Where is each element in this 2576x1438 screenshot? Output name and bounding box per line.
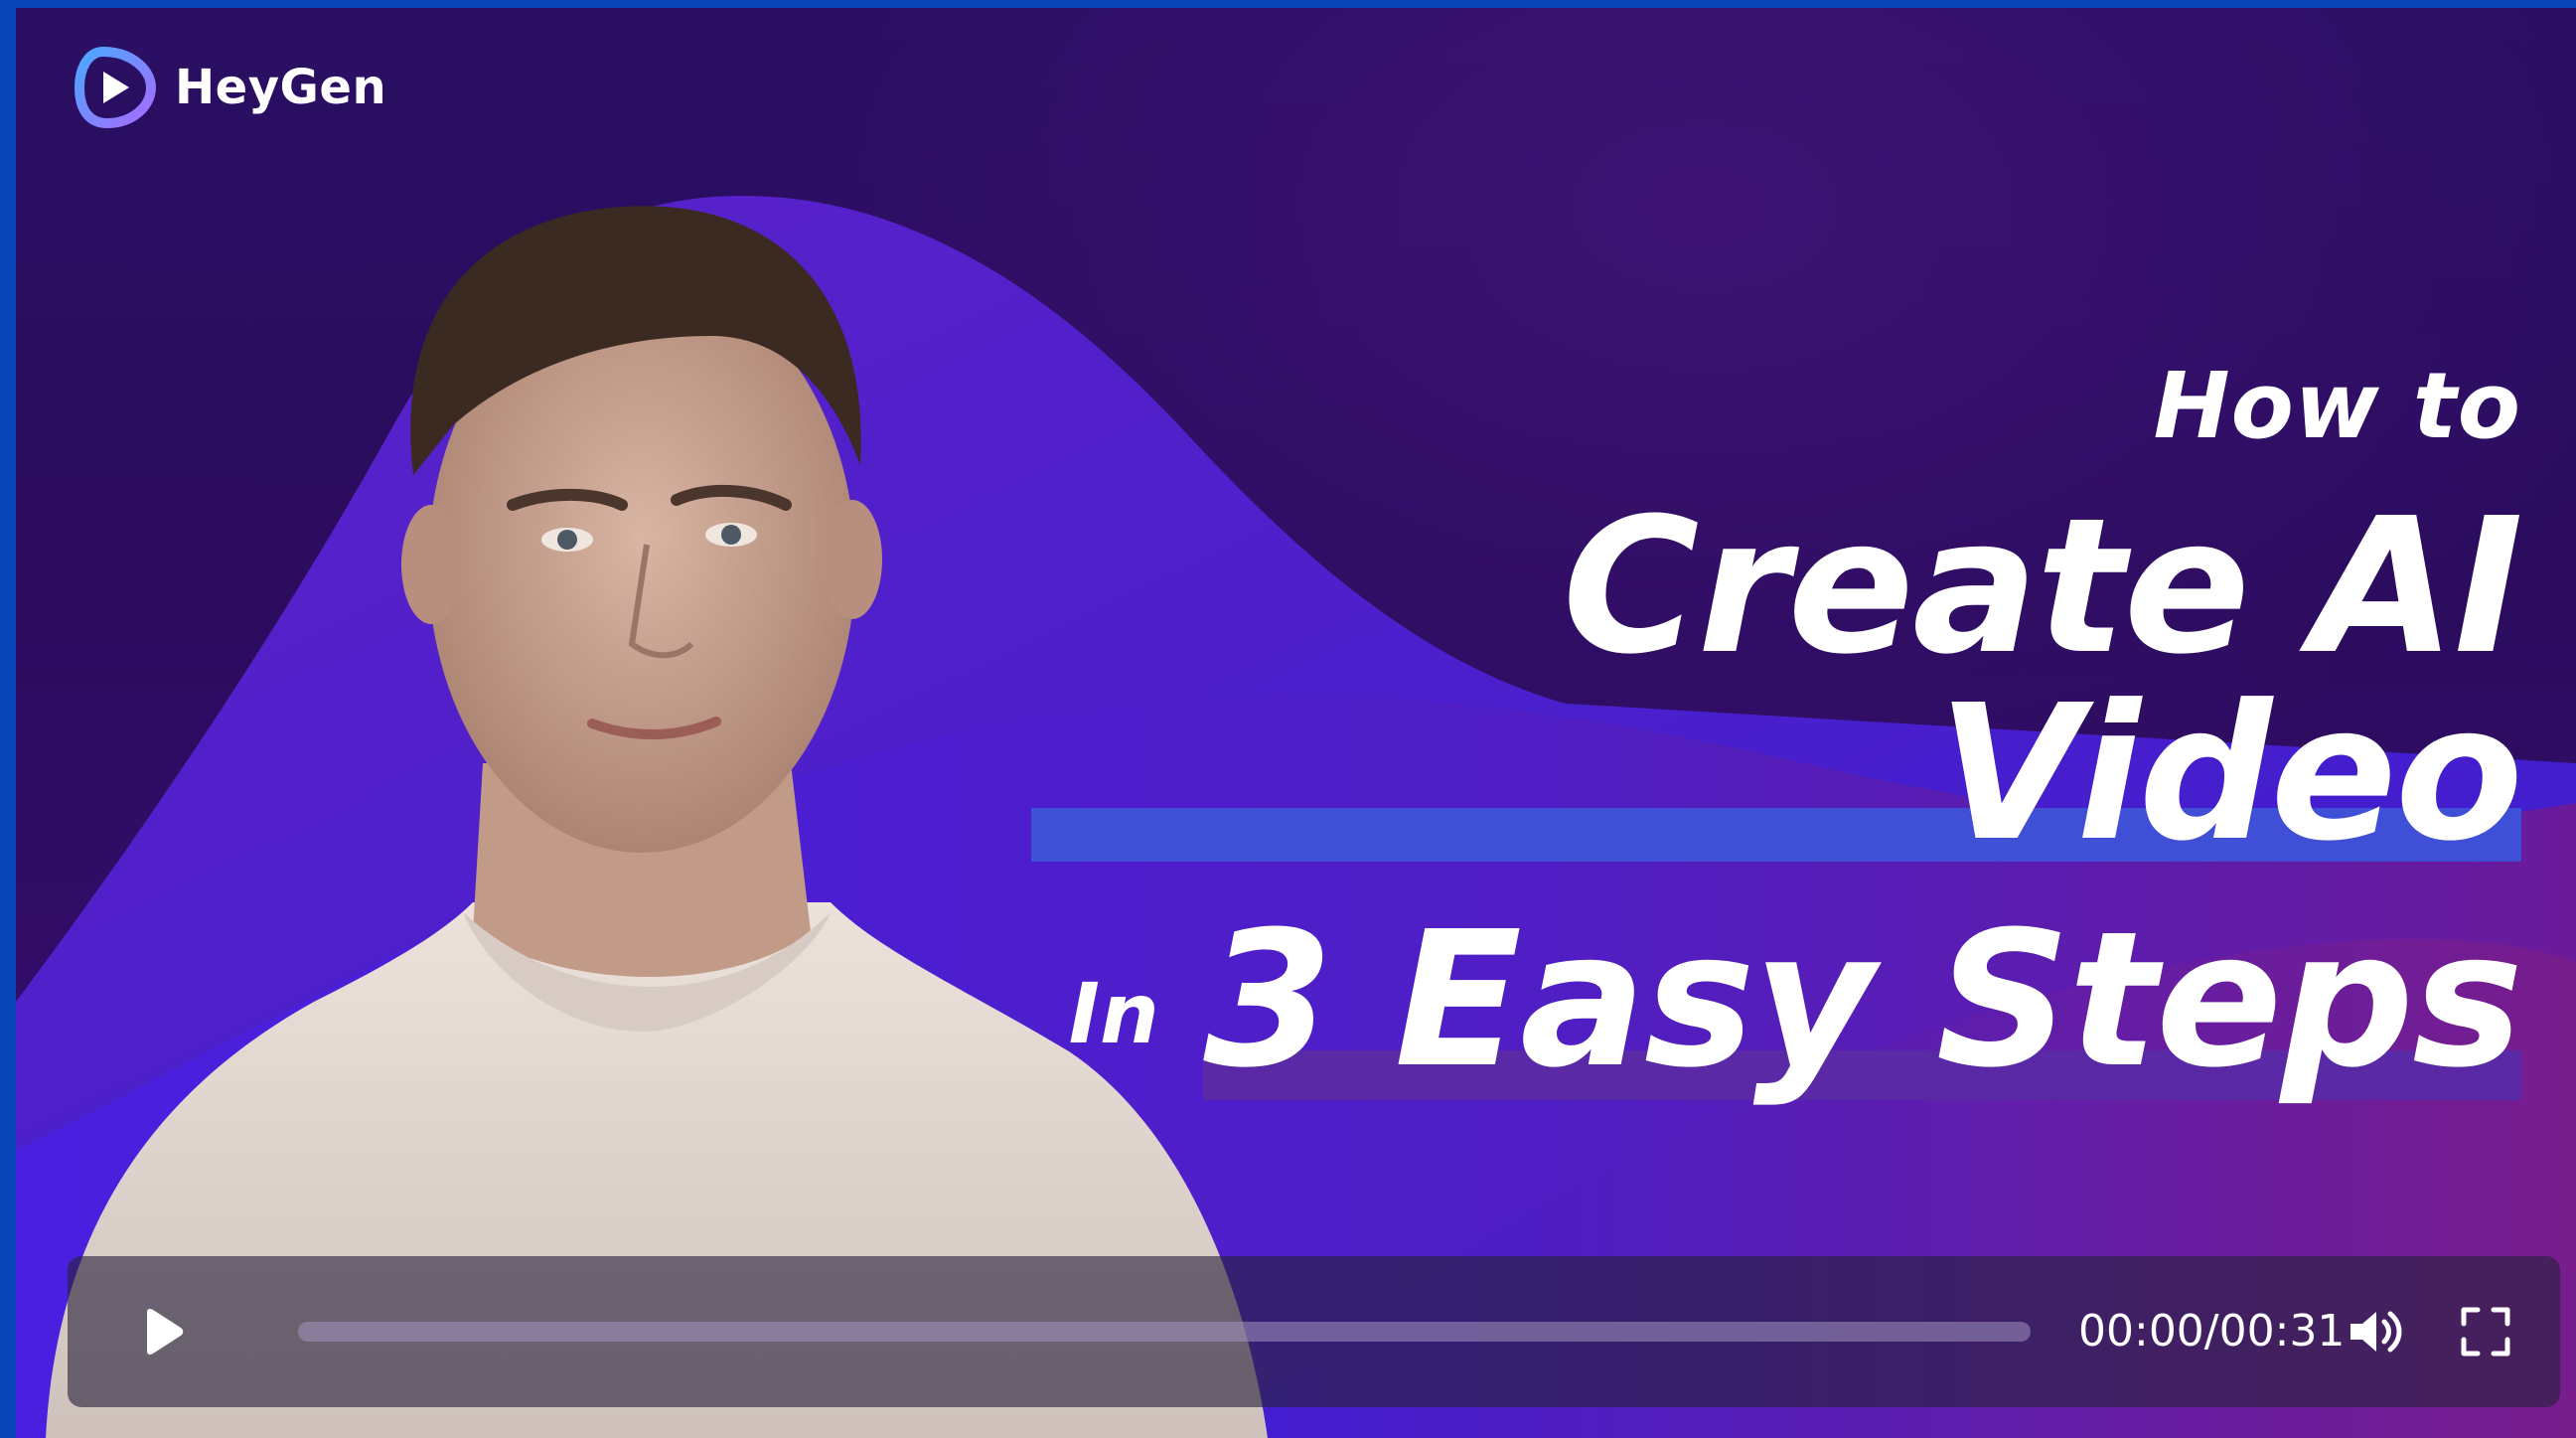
fullscreen-button[interactable]	[2454, 1300, 2517, 1363]
time-display: 00:00/00:31	[2078, 1306, 2346, 1357]
play-button[interactable]	[127, 1296, 199, 1367]
volume-button[interactable]	[2343, 1300, 2406, 1363]
heygen-logo[interactable]: HeyGen	[74, 46, 386, 129]
video-player[interactable]: HeyGen How to Create AI Video In 3 Easy …	[16, 8, 2576, 1438]
headline-line-create: Create AI Video	[1031, 494, 2523, 868]
progress-bar[interactable]	[298, 1322, 2031, 1342]
page-frame: HeyGen How to Create AI Video In 3 Easy …	[0, 0, 2576, 1438]
headline-line-how-to: How to	[2153, 353, 2521, 459]
play-icon	[147, 1308, 184, 1356]
video-control-bar: 00:00/00:31	[68, 1256, 2560, 1407]
headline-line-steps: In 3 Easy Steps	[1068, 907, 2523, 1100]
headline-steps-wrap: 3 Easy Steps	[1203, 907, 2523, 1100]
heygen-play-logo-icon	[74, 46, 157, 129]
brand-name: HeyGen	[175, 60, 387, 115]
volume-icon	[2350, 1311, 2402, 1353]
headline: How to Create AI Video In 3 Easy Steps	[1031, 353, 2523, 1100]
fullscreen-icon	[2461, 1307, 2510, 1357]
headline-steps-text: 3 Easy Steps	[1203, 891, 2523, 1109]
headline-in-text: In	[1068, 965, 1159, 1062]
